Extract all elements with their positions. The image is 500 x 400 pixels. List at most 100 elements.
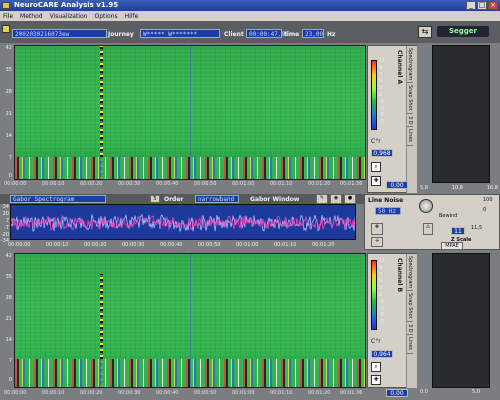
zoom-icon[interactable]: ⌕: [371, 362, 381, 372]
menu-visualization[interactable]: Visualization: [50, 13, 88, 20]
y-tick: 34: [2, 204, 9, 210]
x-tick: 00:01:20: [308, 181, 331, 187]
channel-a-y-axis: 42 35 28 21 14 7 0: [0, 45, 14, 180]
journey-label: Journey: [108, 31, 134, 38]
tab-spectrogram[interactable]: Spectrogram: [407, 254, 413, 292]
y-tick: 0: [8, 377, 12, 383]
channel-b-x-axis: 00:00:00 00:00:10 00:00:20 00:00:30 00:0…: [4, 390, 374, 398]
time-field[interactable]: 00:00:47.99: [246, 29, 289, 38]
order-value[interactable]: 5: [150, 195, 160, 203]
record-icon[interactable]: ●: [344, 194, 356, 204]
x-tick: 00:01:00: [236, 242, 259, 248]
folder-icon[interactable]: [2, 25, 10, 33]
x-tick: 00:00:10: [46, 242, 69, 248]
y-tick: 21: [5, 111, 12, 117]
frequency-field[interactable]: 23,00: [302, 29, 324, 38]
gain-knob[interactable]: [419, 199, 433, 213]
journey-field[interactable]: W***** W*******: [140, 29, 220, 38]
waveform-trace: [11, 213, 355, 233]
tab-lines[interactable]: Lines: [407, 335, 413, 354]
eye-icon[interactable]: ◉: [330, 194, 342, 204]
channel-a-spectrogram[interactable]: [14, 45, 366, 180]
zoom-icon[interactable]: ⌕: [371, 162, 381, 172]
channel-b-color-scale: [371, 260, 377, 330]
method-toolbar: Gabor Spectrogram 5 Order narrowband Gab…: [0, 194, 364, 204]
pen-icon[interactable]: ✎: [316, 194, 328, 204]
range-mid: 11,5: [471, 225, 483, 231]
time-label: time: [284, 31, 300, 38]
x-tick: 00:00:30: [118, 181, 141, 187]
x-tick: 00:00:10: [42, 181, 65, 187]
maximize-button[interactable]: □: [477, 1, 487, 10]
channel-a-value[interactable]: 0,968: [371, 149, 393, 157]
menu-method[interactable]: Method: [20, 13, 43, 20]
tab-3d[interactable]: 3 D: [407, 114, 413, 128]
y-tick: 35: [5, 67, 12, 73]
x-tick: 00:01:00: [232, 390, 255, 396]
frequency-unit: Hz: [327, 31, 336, 38]
x-tick: 00:00:40: [156, 181, 179, 187]
x-tick: 00:00:00: [8, 242, 31, 248]
y-tick: 35: [5, 274, 12, 280]
line-noise-select[interactable]: 50 Hz: [375, 207, 401, 215]
x-tick: 00:01:10: [274, 242, 297, 248]
channel-a-readout[interactable]: 0,00: [386, 181, 408, 189]
method-select[interactable]: Gabor Spectrogram: [10, 195, 106, 203]
filter-controls: Line Noise 50 Hz Bewind 100 0 11,5 ✥ ✛ ⚠…: [364, 194, 500, 250]
order-label: Order: [164, 196, 184, 203]
close-button[interactable]: ×: [488, 1, 498, 10]
axis-tick: 5,8: [420, 185, 428, 191]
tab-snapshot[interactable]: Snap Shot: [407, 83, 413, 114]
x-tick: 00:00:50: [194, 181, 217, 187]
tab-spectrogram[interactable]: Spectrogram: [407, 46, 413, 84]
channel-a-title: Channel A: [396, 50, 403, 85]
info-bar: 2002030216073ew Journey W***** W******* …: [0, 21, 500, 43]
channel-b-title: Channel B: [396, 258, 403, 293]
channel-b-value[interactable]: 0,964: [371, 350, 393, 358]
x-tick: 00:00:20: [84, 242, 107, 248]
window-label: Gabor Window: [250, 196, 300, 203]
y-tick: 14: [5, 337, 12, 343]
menu-options[interactable]: Options: [94, 13, 117, 20]
channel-b-readout[interactable]: 0,00: [386, 389, 408, 397]
channel-a-scale-ticks: 11 9 7 5 3 1 -1 -3 -5 -7: [379, 58, 386, 126]
channel-b-side-display: [432, 253, 490, 388]
tab-3d[interactable]: 3 D: [407, 322, 413, 336]
warning-icon[interactable]: ⚠: [423, 223, 433, 235]
wave-x-axis: 00:00:00 00:00:10 00:00:20 00:00:30 00:0…: [8, 242, 364, 249]
mode-select[interactable]: Bewind: [439, 213, 457, 219]
x-tick: 00:00:00: [4, 390, 27, 396]
channel-b-scale-ticks: 11 9 7 5 3 1 -1 -3 -5 -7: [379, 258, 386, 326]
channel-a-color-scale: [371, 60, 377, 130]
menu-help[interactable]: Hilfe: [125, 13, 139, 20]
channel-a-panel: 11 9 7 5 3 1 -1 -3 -5 -7 C°r 0,968 Channel A ⌕ ✚ …: [367, 45, 417, 193]
axis-tick: 10,8: [451, 185, 463, 191]
x-tick: 00:00:30: [122, 242, 145, 248]
scale-value[interactable]: 11: [451, 227, 465, 235]
move-icon[interactable]: ✚: [371, 375, 381, 385]
record-id-field[interactable]: 2002030216073ew: [12, 29, 107, 38]
tab-snapshot[interactable]: Snap Shot: [407, 291, 413, 322]
channel-b-spectrogram[interactable]: [14, 253, 366, 388]
move-icon[interactable]: ✚: [371, 176, 381, 186]
x-tick: 00:00:50: [198, 242, 221, 248]
eeg-waveform[interactable]: [10, 204, 356, 240]
wave-y-axis: 34 20 7 -7 -20 -34: [0, 204, 10, 244]
menu-file[interactable]: File: [3, 13, 13, 20]
channel-a-unit: C°r: [371, 138, 381, 145]
axis-tick: 5,0: [472, 389, 480, 395]
minimize-button[interactable]: _: [466, 1, 476, 10]
nav-arrows-icon[interactable]: ⇆: [418, 26, 432, 38]
y-tick: 20: [2, 211, 9, 217]
mode-button[interactable]: MPAE: [441, 242, 463, 250]
move-icon[interactable]: ✥: [371, 223, 383, 235]
tab-lines[interactable]: Lines: [407, 127, 413, 146]
y-tick: 7: [8, 358, 12, 364]
title-bar: NeuroCARE Analysis v1.95 _ □ ×: [0, 0, 500, 11]
x-tick: 00:00:30: [118, 390, 141, 396]
x-tick: 00:00:20: [80, 390, 103, 396]
crosshair-icon[interactable]: ✛: [371, 237, 383, 247]
band-select[interactable]: narrowband: [195, 195, 239, 203]
line-noise-label: Line Noise: [368, 197, 404, 204]
channel-b-y-axis: 42 35 28 21 14 7 0: [0, 253, 14, 388]
